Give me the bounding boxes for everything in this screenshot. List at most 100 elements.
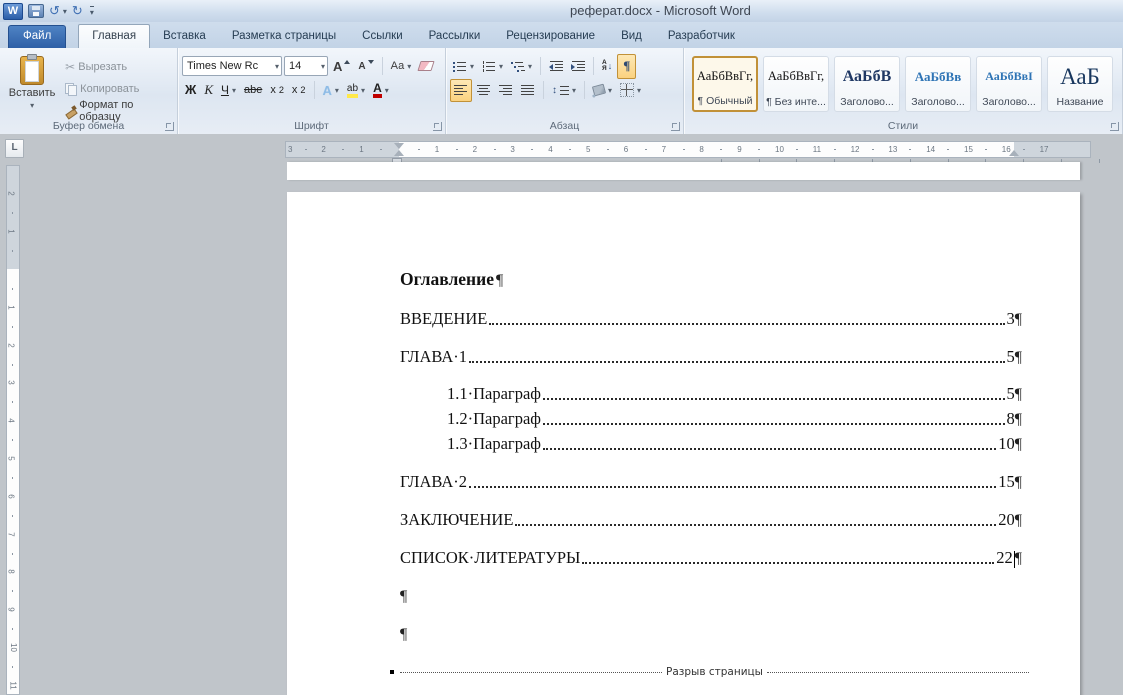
show-formatting-marks-button[interactable]: ¶: [617, 54, 636, 79]
multilevel-dropdown-icon[interactable]: ▾: [528, 62, 532, 71]
increase-indent-button[interactable]: [568, 56, 588, 77]
subscript-button[interactable]: х2: [267, 80, 287, 101]
toc-entry[interactable]: ВВЕДЕНИЕ 3 ¶: [400, 308, 1022, 329]
line-spacing-button[interactable]: ↕ ▾: [549, 80, 579, 101]
hanging-indent-marker[interactable]: [394, 150, 404, 156]
customize-qat-icon[interactable]: ▾: [90, 6, 94, 17]
strikethrough-button[interactable]: abe: [241, 80, 265, 101]
tab-view[interactable]: Вид: [608, 25, 655, 48]
bold-button[interactable]: Ж: [182, 80, 199, 101]
change-case-button[interactable]: Аа ▾: [388, 56, 415, 77]
align-right-button[interactable]: [496, 80, 516, 101]
change-case-dropdown-icon[interactable]: ▾: [407, 62, 411, 71]
align-left-button[interactable]: [450, 79, 472, 102]
line-spacing-dropdown-icon[interactable]: ▾: [572, 86, 576, 95]
style-heading1[interactable]: АаБбВ Заголово...: [834, 56, 900, 112]
borders-grid-icon: [620, 83, 634, 97]
font-size-dropdown-icon[interactable]: ▾: [318, 62, 325, 71]
style-normal[interactable]: АаБбВвГг, ¶ Обычный: [692, 56, 758, 112]
style-no-spacing[interactable]: АаБбВвГг, ¶ Без инте...: [763, 56, 829, 112]
borders-button[interactable]: ▾: [617, 80, 644, 101]
tab-developer[interactable]: Разработчик: [655, 25, 748, 48]
save-icon[interactable]: [28, 4, 44, 18]
text-effects-dropdown-icon[interactable]: ▾: [335, 86, 339, 95]
font-color-dropdown-icon[interactable]: ▾: [385, 86, 389, 95]
tab-stop-selector[interactable]: L: [5, 139, 24, 158]
toc-entry[interactable]: ГЛАВА·1 5 ¶: [400, 346, 1022, 367]
toc-entry[interactable]: 1.3·Параграф 10 ¶: [400, 433, 1022, 454]
v-ruler[interactable]: 211234567891011: [6, 165, 20, 695]
tab-review[interactable]: Рецензирование: [493, 25, 608, 48]
cut-button[interactable]: ✂ Вырезать: [62, 56, 173, 77]
tab-insert[interactable]: Вставка: [150, 25, 219, 48]
clear-formatting-button[interactable]: [416, 56, 436, 77]
font-size-combo[interactable]: 14 ▾: [284, 56, 328, 76]
font-name-dropdown-icon[interactable]: ▾: [272, 62, 279, 71]
styles-dialog-launcher-icon[interactable]: [1110, 122, 1119, 131]
highlight-dropdown-icon[interactable]: ▾: [361, 86, 365, 95]
toc-entry[interactable]: 1.1·Параграф 5 ¶: [400, 383, 1022, 404]
toc-heading-text: Оглавление: [400, 269, 494, 290]
dot-leader: [543, 448, 996, 450]
tab-page-layout[interactable]: Разметка страницы: [219, 25, 349, 48]
shading-dropdown-icon[interactable]: ▾: [608, 86, 612, 95]
previous-page-bottom[interactable]: [287, 162, 1080, 180]
h-ruler[interactable]: 3211234567891011121314151617: [285, 141, 1091, 158]
underline-dropdown-icon[interactable]: ▾: [232, 86, 236, 95]
sort-button[interactable]: А Я ↓: [599, 56, 615, 77]
align-center-button[interactable]: [474, 80, 494, 101]
tab-home[interactable]: Главная: [78, 24, 150, 48]
grow-font-button[interactable]: А: [330, 56, 353, 77]
shading-button[interactable]: ▾: [590, 80, 615, 101]
tab-references[interactable]: Ссылки: [349, 25, 416, 48]
copy-button[interactable]: Копировать: [62, 78, 173, 99]
ruler-number: 1: [7, 229, 16, 233]
italic-button[interactable]: К: [201, 80, 216, 101]
ruler-number: 8: [7, 570, 16, 574]
right-indent-marker[interactable]: [1009, 150, 1019, 156]
borders-dropdown-icon[interactable]: ▾: [637, 86, 641, 95]
toc-heading[interactable]: Оглавление ¶: [400, 268, 1022, 290]
redo-icon[interactable]: ↻: [72, 2, 83, 20]
style-heading2[interactable]: АаБбВв Заголово...: [905, 56, 971, 112]
line-spacing-arrows-icon: ↕: [552, 85, 557, 96]
first-line-indent-marker[interactable]: [394, 143, 404, 149]
tab-mailings[interactable]: Рассылки: [416, 25, 494, 48]
bullets-button[interactable]: ▾: [450, 56, 477, 77]
page-break-row[interactable]: Разрыв страницы: [390, 665, 1029, 679]
multilevel-list-button[interactable]: ▾: [508, 56, 535, 77]
word-logo-icon[interactable]: W: [3, 3, 23, 20]
paste-dropdown-icon[interactable]: ▾: [30, 101, 34, 110]
format-painter-button[interactable]: Формат по образцу: [62, 100, 173, 121]
justify-button[interactable]: [518, 80, 538, 101]
style-title[interactable]: АаБ Название: [1047, 56, 1113, 112]
style-heading3[interactable]: АаБбВвI Заголово...: [976, 56, 1042, 112]
ruler-number: 3: [7, 381, 16, 385]
toc-entry[interactable]: ЗАКЛЮЧЕНИЕ 20 ¶: [400, 509, 1022, 530]
numbering-dropdown-icon[interactable]: ▾: [499, 62, 503, 71]
toc-entry[interactable]: 1.2·Параграф 8 ¶: [400, 408, 1022, 429]
shrink-font-button[interactable]: А: [355, 56, 376, 77]
bullets-dropdown-icon[interactable]: ▾: [470, 62, 474, 71]
font-name-combo[interactable]: Times New Rc ▾: [182, 56, 282, 76]
tab-file[interactable]: Файл: [8, 25, 66, 48]
paste-button[interactable]: Вставить ▾: [8, 54, 56, 116]
empty-paragraph[interactable]: ¶: [400, 623, 1022, 644]
text-effects-button[interactable]: А ▾: [320, 80, 342, 101]
font-dialog-launcher-icon[interactable]: [433, 122, 442, 131]
underline-button[interactable]: Ч ▾: [218, 80, 239, 101]
toc-entry[interactable]: СПИСОК·ЛИТЕРАТУРЫ 22 ¶: [400, 547, 1022, 568]
numbering-button[interactable]: ▾: [479, 56, 506, 77]
document-page[interactable]: Оглавление ¶ ВВЕДЕНИЕ 3 ¶ ГЛАВА·1 5 ¶ 1.…: [287, 192, 1080, 695]
undo-icon[interactable]: ↺: [49, 2, 60, 20]
paragraph-dialog-launcher-icon[interactable]: [671, 122, 680, 131]
toc-entry[interactable]: ГЛАВА·2 15 ¶: [400, 471, 1022, 492]
font-color-button[interactable]: А ▾: [370, 80, 392, 101]
clipboard-dialog-launcher-icon[interactable]: [165, 122, 174, 131]
highlight-button[interactable]: ab ▾: [344, 80, 368, 101]
decrease-indent-button[interactable]: [546, 56, 566, 77]
empty-paragraph[interactable]: ¶: [400, 585, 1022, 606]
toc-page-number: 10: [998, 434, 1015, 454]
undo-dropdown-icon[interactable]: ▾: [63, 7, 67, 16]
superscript-button[interactable]: х2: [289, 80, 309, 101]
